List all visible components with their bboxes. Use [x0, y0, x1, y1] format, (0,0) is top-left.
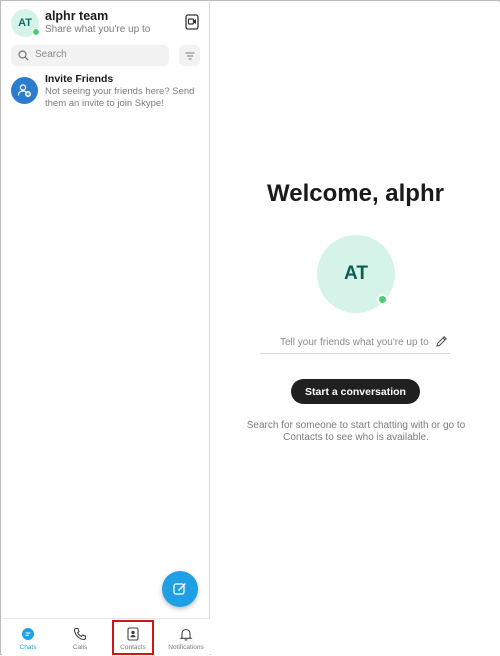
compose-icon — [173, 583, 186, 595]
profile-name[interactable]: alphr team — [45, 9, 108, 23]
online-status-dot — [377, 294, 388, 305]
online-status-dot — [32, 28, 40, 36]
invite-friends-item[interactable]: Invite Friends Not seeing your friends h… — [2, 70, 210, 114]
tab-label: Notifications — [168, 644, 204, 651]
new-chat-button[interactable] — [162, 571, 198, 607]
search-placeholder: Search — [35, 49, 67, 60]
bottom-tab-bar: Chats Calls Contacts Notifications — [2, 618, 210, 655]
tab-contacts[interactable]: Contacts — [112, 620, 154, 655]
avatar[interactable]: AT — [11, 9, 40, 37]
welcome-hint: Search for someone to start chatting wit… — [246, 420, 466, 443]
welcome-title: Welcome, alphr — [267, 180, 444, 207]
app-window: AT alphr team Share what you're up to Se… — [0, 0, 500, 655]
bell-icon — [178, 626, 194, 642]
pencil-icon[interactable] — [435, 335, 448, 348]
tab-label: Contacts — [120, 644, 146, 651]
video-call-icon[interactable] — [185, 14, 199, 30]
profile-status-message[interactable]: Share what you're up to — [45, 24, 150, 35]
start-conversation-button[interactable]: Start a conversation — [291, 379, 420, 404]
add-contact-icon — [11, 77, 38, 104]
tab-label: Calls — [72, 644, 88, 651]
phone-icon — [72, 626, 88, 642]
sidebar: AT alphr team Share what you're up to Se… — [2, 2, 210, 655]
profile-header[interactable]: AT alphr team Share what you're up to — [2, 2, 210, 42]
mood-placeholder: Tell your friends what you're up to — [280, 337, 429, 348]
chat-icon — [20, 626, 36, 642]
search-icon — [18, 50, 29, 61]
filter-button[interactable] — [179, 45, 200, 66]
invite-description: Not seeing your friends here? Send them … — [45, 86, 195, 109]
search-input[interactable]: Search — [11, 45, 169, 66]
avatar-initials: AT — [18, 17, 32, 29]
mood-message-field[interactable]: Tell your friends what you're up to — [260, 333, 450, 354]
filter-icon — [185, 52, 194, 59]
invite-title: Invite Friends — [45, 73, 114, 85]
tab-chats[interactable]: Chats — [10, 619, 46, 656]
tab-notifications[interactable]: Notifications — [164, 619, 208, 656]
tab-calls[interactable]: Calls — [62, 619, 98, 656]
tab-label: Chats — [19, 644, 37, 651]
contacts-icon — [125, 626, 141, 642]
welcome-pane: Welcome, alphr AT Tell your friends what… — [211, 2, 500, 655]
avatar-initials: AT — [344, 263, 368, 284]
